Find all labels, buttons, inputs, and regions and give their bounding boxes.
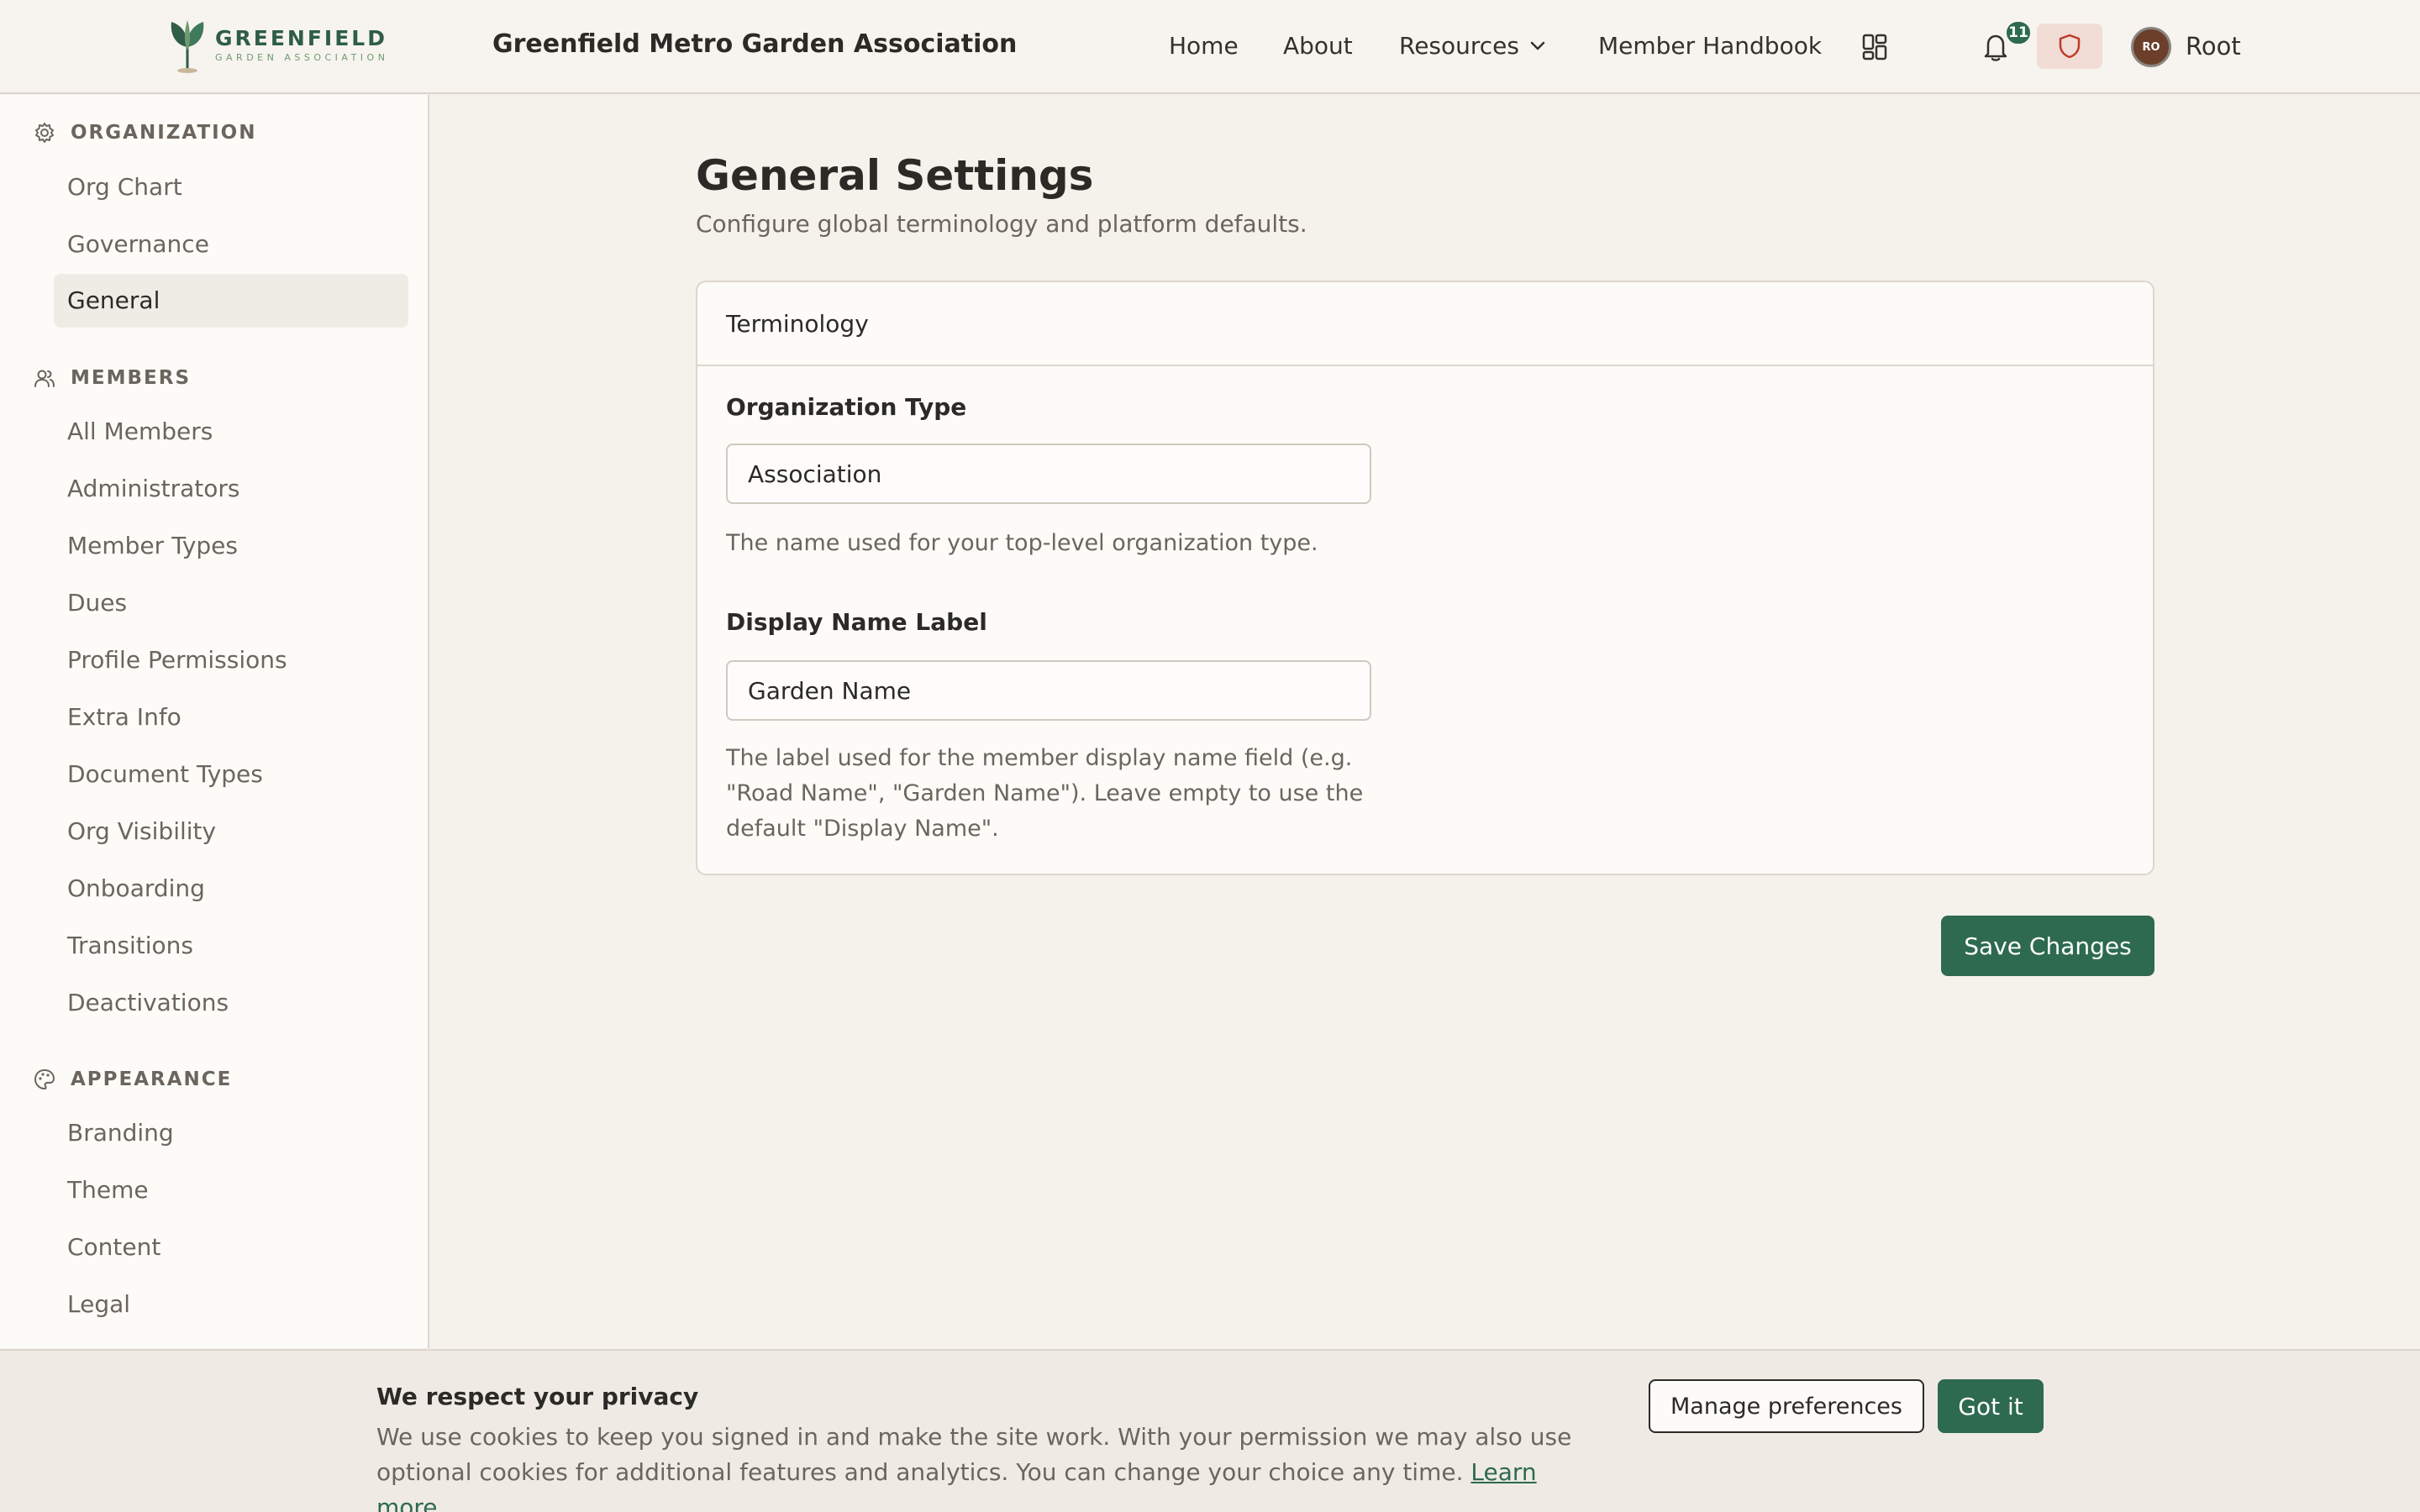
sidebar-section-organization: ORGANIZATION bbox=[34, 122, 257, 144]
sidebar-section-label: MEMBERS bbox=[71, 367, 192, 389]
sidebar-item-content[interactable]: Content bbox=[54, 1221, 408, 1274]
page-title: General Settings bbox=[696, 151, 1094, 200]
cookie-banner: We respect your privacy We use cookies t… bbox=[0, 1349, 2420, 1512]
sidebar-section-members: MEMBERS bbox=[34, 367, 191, 389]
cookie-title: We respect your privacy bbox=[376, 1383, 699, 1410]
gear-icon bbox=[35, 123, 54, 143]
nav-about[interactable]: About bbox=[1283, 32, 1353, 60]
sidebar-item-org-chart[interactable]: Org Chart bbox=[54, 160, 408, 214]
nav-member-handbook[interactable]: Member Handbook bbox=[1598, 32, 1822, 60]
card-title: Terminology bbox=[697, 282, 2153, 366]
sidebar-item-member-types[interactable]: Member Types bbox=[54, 519, 408, 573]
logo-subtitle: GARDEN ASSOCIATION bbox=[215, 52, 389, 63]
shield-icon bbox=[2059, 34, 2081, 59]
sidebar-item-profile-permissions[interactable]: Profile Permissions bbox=[54, 633, 408, 687]
organization-type-label: Organization Type bbox=[726, 393, 967, 421]
terminology-card: Terminology Organization Type The name u… bbox=[696, 281, 2154, 875]
sidebar-item-general[interactable]: General bbox=[54, 274, 408, 328]
organization-type-help: The name used for your top-level organiz… bbox=[726, 530, 1318, 556]
sidebar-section-appearance: APPEARANCE bbox=[34, 1068, 232, 1090]
sidebar-item-onboarding[interactable]: Onboarding bbox=[54, 862, 408, 916]
sidebar-item-governance[interactable]: Governance bbox=[54, 218, 408, 271]
cookie-text: We use cookies to keep you signed in and… bbox=[376, 1420, 1603, 1512]
admin-shield-button[interactable] bbox=[2037, 24, 2102, 69]
sidebar-section-label: ORGANIZATION bbox=[71, 122, 257, 144]
sidebar-item-dues[interactable]: Dues bbox=[54, 576, 408, 630]
palette-icon bbox=[34, 1069, 55, 1089]
nav-resources[interactable]: Resources bbox=[1399, 32, 1546, 60]
nav-resources-label: Resources bbox=[1399, 32, 1519, 60]
sprout-logo-icon bbox=[171, 20, 204, 73]
sidebar-item-branding[interactable]: Branding bbox=[54, 1106, 408, 1160]
organization-title: Greenfield Metro Garden Association bbox=[492, 29, 1018, 59]
cookie-body: We use cookies to keep you signed in and… bbox=[376, 1423, 1572, 1486]
sidebar-section-label: APPEARANCE bbox=[71, 1068, 233, 1090]
sidebar-item-legal[interactable]: Legal bbox=[54, 1278, 408, 1331]
apps-grid-icon[interactable] bbox=[1862, 34, 1887, 60]
nav-home[interactable]: Home bbox=[1169, 32, 1239, 60]
sidebar-item-org-visibility[interactable]: Org Visibility bbox=[54, 805, 408, 858]
sidebar-item-administrators[interactable]: Administrators bbox=[54, 462, 408, 516]
notification-count-badge: 11 bbox=[2005, 20, 2032, 45]
sidebar-item-document-types[interactable]: Document Types bbox=[54, 748, 408, 801]
users-icon bbox=[34, 370, 55, 387]
sidebar: ORGANIZATION Org Chart Governance Genera… bbox=[0, 95, 429, 1348]
chevron-down-icon bbox=[1530, 41, 1545, 50]
save-changes-button[interactable]: Save Changes bbox=[1941, 916, 2154, 976]
top-bar: GREENFIELD GARDEN ASSOCIATION Greenfield… bbox=[0, 0, 2420, 94]
accept-cookies-button[interactable]: Got it bbox=[1938, 1379, 2044, 1433]
logo-name: GREENFIELD bbox=[215, 26, 387, 50]
sidebar-item-extra-info[interactable]: Extra Info bbox=[54, 690, 408, 744]
page-subtitle: Configure global terminology and platfor… bbox=[696, 210, 1307, 238]
manage-preferences-button[interactable]: Manage preferences bbox=[1649, 1379, 1924, 1433]
display-name-label-label: Display Name Label bbox=[726, 608, 987, 636]
logo[interactable]: GREENFIELD GARDEN ASSOCIATION bbox=[165, 17, 388, 74]
display-name-label-help: The label used for the member display na… bbox=[726, 745, 1364, 842]
sidebar-item-deactivations[interactable]: Deactivations bbox=[54, 976, 408, 1030]
user-name[interactable]: Root bbox=[2186, 32, 2241, 60]
organization-type-input[interactable] bbox=[726, 444, 1371, 504]
sidebar-item-all-members[interactable]: All Members bbox=[54, 405, 408, 459]
sidebar-item-transitions[interactable]: Transitions bbox=[54, 919, 408, 973]
display-name-label-input[interactable] bbox=[726, 660, 1371, 721]
sidebar-item-theme[interactable]: Theme bbox=[54, 1163, 408, 1217]
avatar[interactable]: RO bbox=[2131, 27, 2171, 67]
